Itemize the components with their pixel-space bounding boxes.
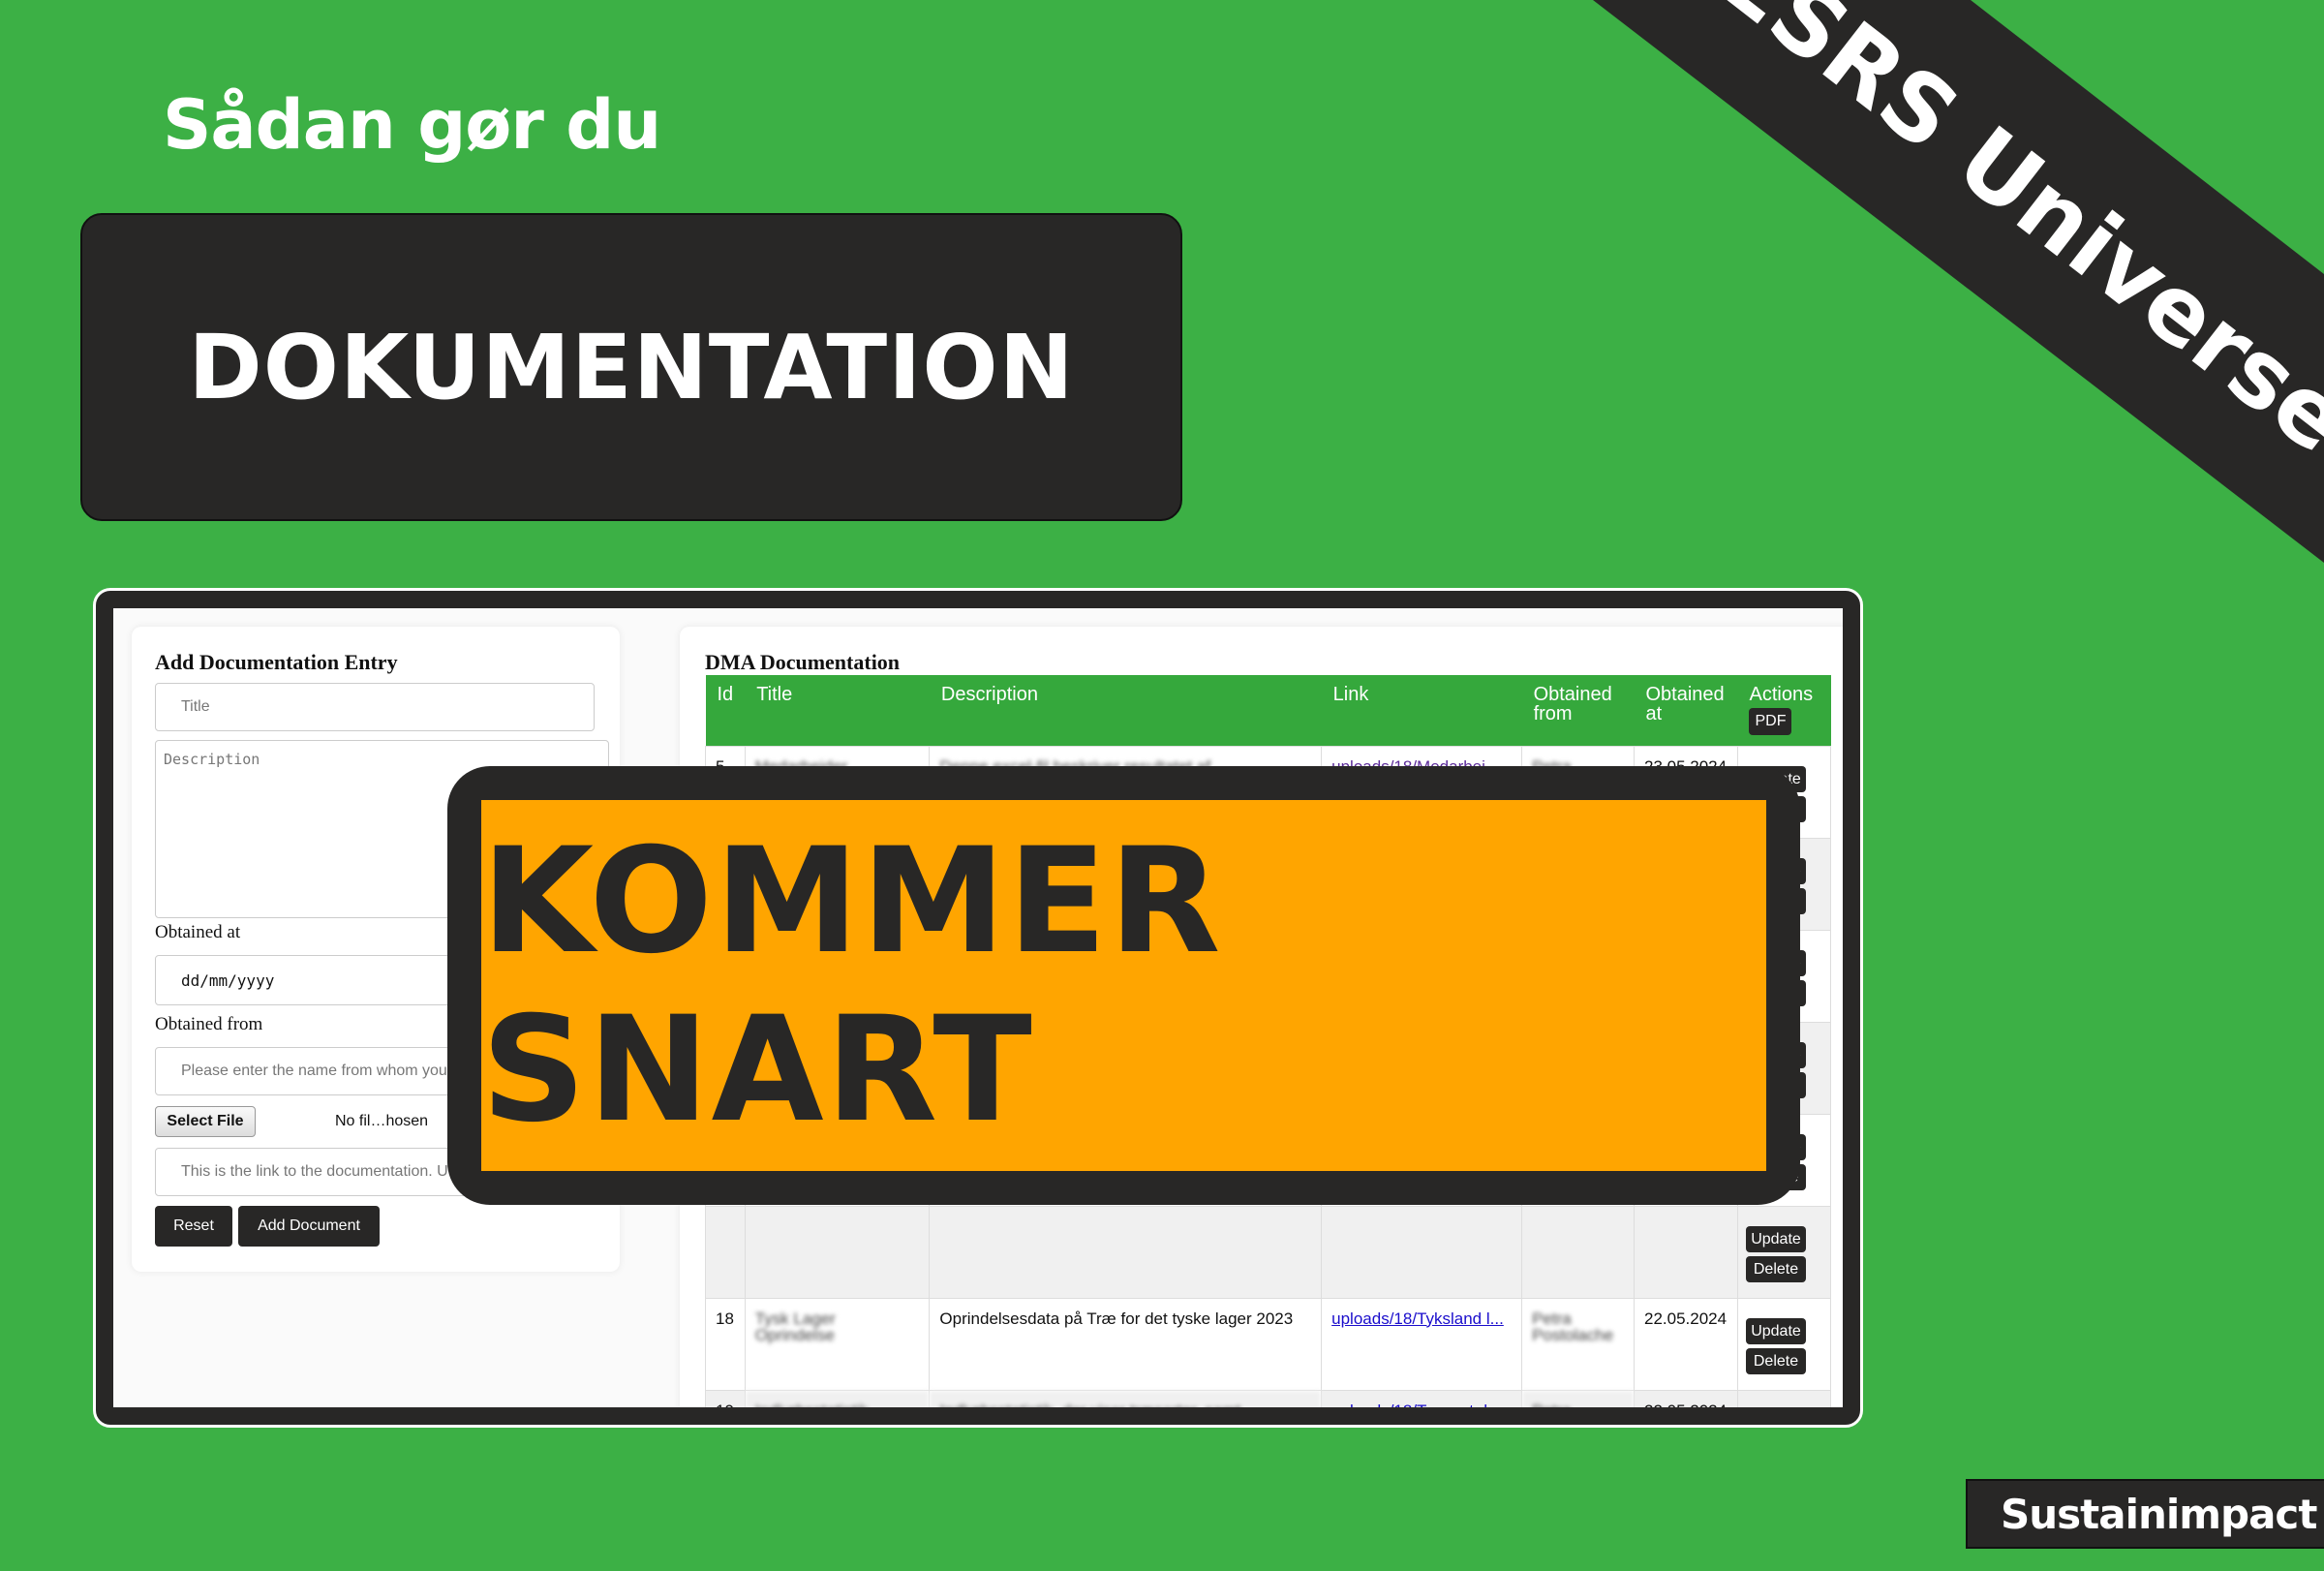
cell-from xyxy=(1521,1205,1635,1299)
add-document-button[interactable]: Add Document xyxy=(238,1206,380,1247)
document-link[interactable]: uploads/18/Tyksland l... xyxy=(1331,1309,1504,1328)
update-button[interactable]: Update xyxy=(1745,1225,1806,1252)
cell-link: uploads/18/Tyksland l... xyxy=(1321,1297,1523,1391)
reset-button[interactable]: Reset xyxy=(155,1206,232,1247)
form-title: Add Documentation Entry xyxy=(155,650,398,674)
table-row: Update Delete xyxy=(705,1205,1832,1299)
cell-at: 22.05.2024 xyxy=(1634,1389,1738,1407)
cell-link xyxy=(1321,1205,1523,1299)
header-description: Description xyxy=(929,675,1322,746)
obtained-from-label: Obtained from xyxy=(155,1014,263,1034)
cell-id: 19 xyxy=(705,1389,746,1407)
delete-button[interactable]: Delete xyxy=(1745,1347,1806,1374)
cell-id xyxy=(705,1205,746,1299)
pdf-button[interactable]: PDF xyxy=(1749,708,1792,735)
header-actions: Actions PDF xyxy=(1737,675,1831,746)
table-row: 19IndkøbsstatistikIndkøbsstatistik, der … xyxy=(705,1389,1832,1408)
table-title: DMA Documentation xyxy=(705,650,901,674)
header-obtained-at: Obtained at xyxy=(1634,675,1738,746)
cell-actions: UpdateDelete xyxy=(1736,1389,1832,1407)
cell-link: uploads/18/Træsort d... xyxy=(1321,1389,1523,1408)
cell-description: Oprindelsesdata på Træ for det tyske lag… xyxy=(929,1297,1323,1391)
cell-at: 22.05.2024 xyxy=(1634,1297,1738,1391)
cell-description: Indkøbsstatistik, der viser træsorter, s… xyxy=(929,1389,1323,1407)
table-row: 18 Tysk Lager Oprindelse Oprindelsesdata p… xyxy=(705,1297,1832,1391)
cell-title: Tysk Lager Oprindelse xyxy=(744,1297,931,1391)
table-header-row: Id Title Description Link Obtained from … xyxy=(705,675,1831,746)
cell-from: Petra Postolache xyxy=(1521,1297,1635,1391)
delete-button[interactable]: Delete xyxy=(1745,1255,1806,1282)
header-id: Id xyxy=(705,675,746,746)
header-link: Link xyxy=(1321,675,1522,746)
cell-from: Petra Postolache xyxy=(1521,1389,1635,1407)
title-input[interactable]: Title xyxy=(155,683,595,731)
coming-soon-panel: KOMMER SNART xyxy=(481,800,1766,1171)
cell-id: 18 xyxy=(705,1297,746,1391)
file-status: No fil…hosen xyxy=(335,1113,429,1129)
logo-text: Sustainimpact xyxy=(2001,1490,2317,1538)
coming-soon-text: KOMMER SNART xyxy=(481,816,1223,1155)
cell-actions: Update Delete xyxy=(1736,1205,1832,1299)
sustainimpact-logo: Sustainimpact xyxy=(1966,1479,2324,1549)
cell-at xyxy=(1634,1205,1738,1299)
obtained-at-label: Obtained at xyxy=(155,922,241,942)
coming-soon-overlay: KOMMER SNART xyxy=(447,766,1800,1205)
document-link[interactable]: uploads/18/Træsort d... xyxy=(1331,1402,1501,1408)
header-title: Title xyxy=(745,675,930,746)
cell-title xyxy=(744,1205,931,1299)
cell-actions: Update Delete xyxy=(1736,1297,1832,1391)
header-obtained-from: Obtained from xyxy=(1521,675,1635,746)
actions-label: Actions xyxy=(1749,684,1814,705)
select-file-button[interactable]: Select File xyxy=(155,1106,256,1137)
update-button[interactable]: Update xyxy=(1745,1317,1806,1344)
cell-title: Indkøbsstatistik xyxy=(744,1389,931,1407)
cell-description xyxy=(929,1205,1323,1299)
